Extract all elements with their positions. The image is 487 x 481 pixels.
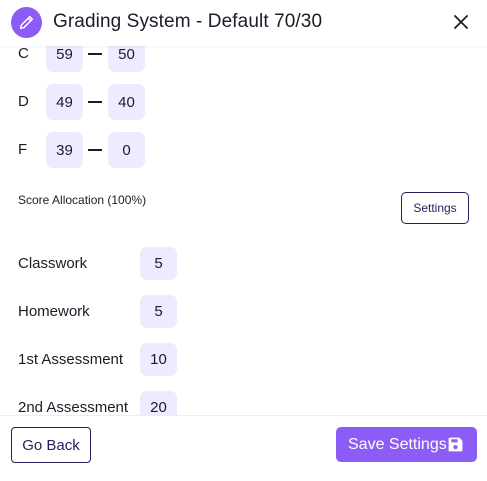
grade-min-input[interactable]: 39	[46, 132, 83, 168]
pencil-icon	[11, 7, 42, 38]
score-row-1st-assessment: 1st Assessment 10	[0, 343, 200, 376]
grade-min-input[interactable]: 59	[46, 46, 83, 72]
score-row-2nd-assessment: 2nd Assessment 20	[0, 391, 200, 415]
score-input[interactable]: 20	[140, 391, 177, 415]
grade-max-input[interactable]: 40	[108, 84, 145, 120]
grade-row-d: D 49 40	[0, 84, 200, 120]
go-back-button[interactable]: Go Back	[11, 427, 91, 463]
grade-letter: D	[18, 93, 29, 110]
grade-min-input[interactable]: 49	[46, 84, 83, 120]
score-input[interactable]: 5	[140, 247, 177, 280]
close-icon	[454, 15, 468, 29]
range-dash	[88, 53, 102, 55]
settings-button[interactable]: Settings	[401, 192, 469, 224]
score-label: Classwork	[18, 255, 88, 272]
range-dash	[88, 149, 102, 151]
score-row-homework: Homework 5	[0, 295, 200, 328]
score-allocation-label: Score Allocation (100%)	[18, 193, 147, 207]
dialog-body[interactable]: C 59 50 D 49 40 F 39 0 Score Allocation …	[0, 46, 487, 415]
score-input[interactable]: 10	[140, 343, 177, 376]
grade-max-input[interactable]: 0	[108, 132, 145, 168]
score-label: Homework	[18, 303, 90, 320]
close-button[interactable]	[451, 12, 471, 32]
score-input[interactable]: 5	[140, 295, 177, 328]
dialog-title: Grading System - Default 70/30	[53, 11, 323, 32]
floppy-disk-icon	[448, 437, 463, 452]
grade-letter: C	[18, 46, 29, 62]
dialog-footer: Go Back Save Settings	[0, 415, 487, 481]
range-dash	[88, 101, 102, 103]
save-settings-button[interactable]: Save Settings	[336, 427, 477, 462]
dialog-header: Grading System - Default 70/30	[0, 0, 487, 46]
grade-row-c: C 59 50	[0, 46, 200, 72]
grade-row-f: F 39 0	[0, 132, 200, 168]
grade-letter: F	[18, 141, 28, 158]
score-row-classwork: Classwork 5	[0, 247, 200, 280]
grade-max-input[interactable]: 50	[108, 46, 145, 72]
score-label: 2nd Assessment	[18, 399, 129, 415]
save-settings-label: Save Settings	[348, 435, 447, 453]
score-label: 1st Assessment	[18, 351, 124, 368]
